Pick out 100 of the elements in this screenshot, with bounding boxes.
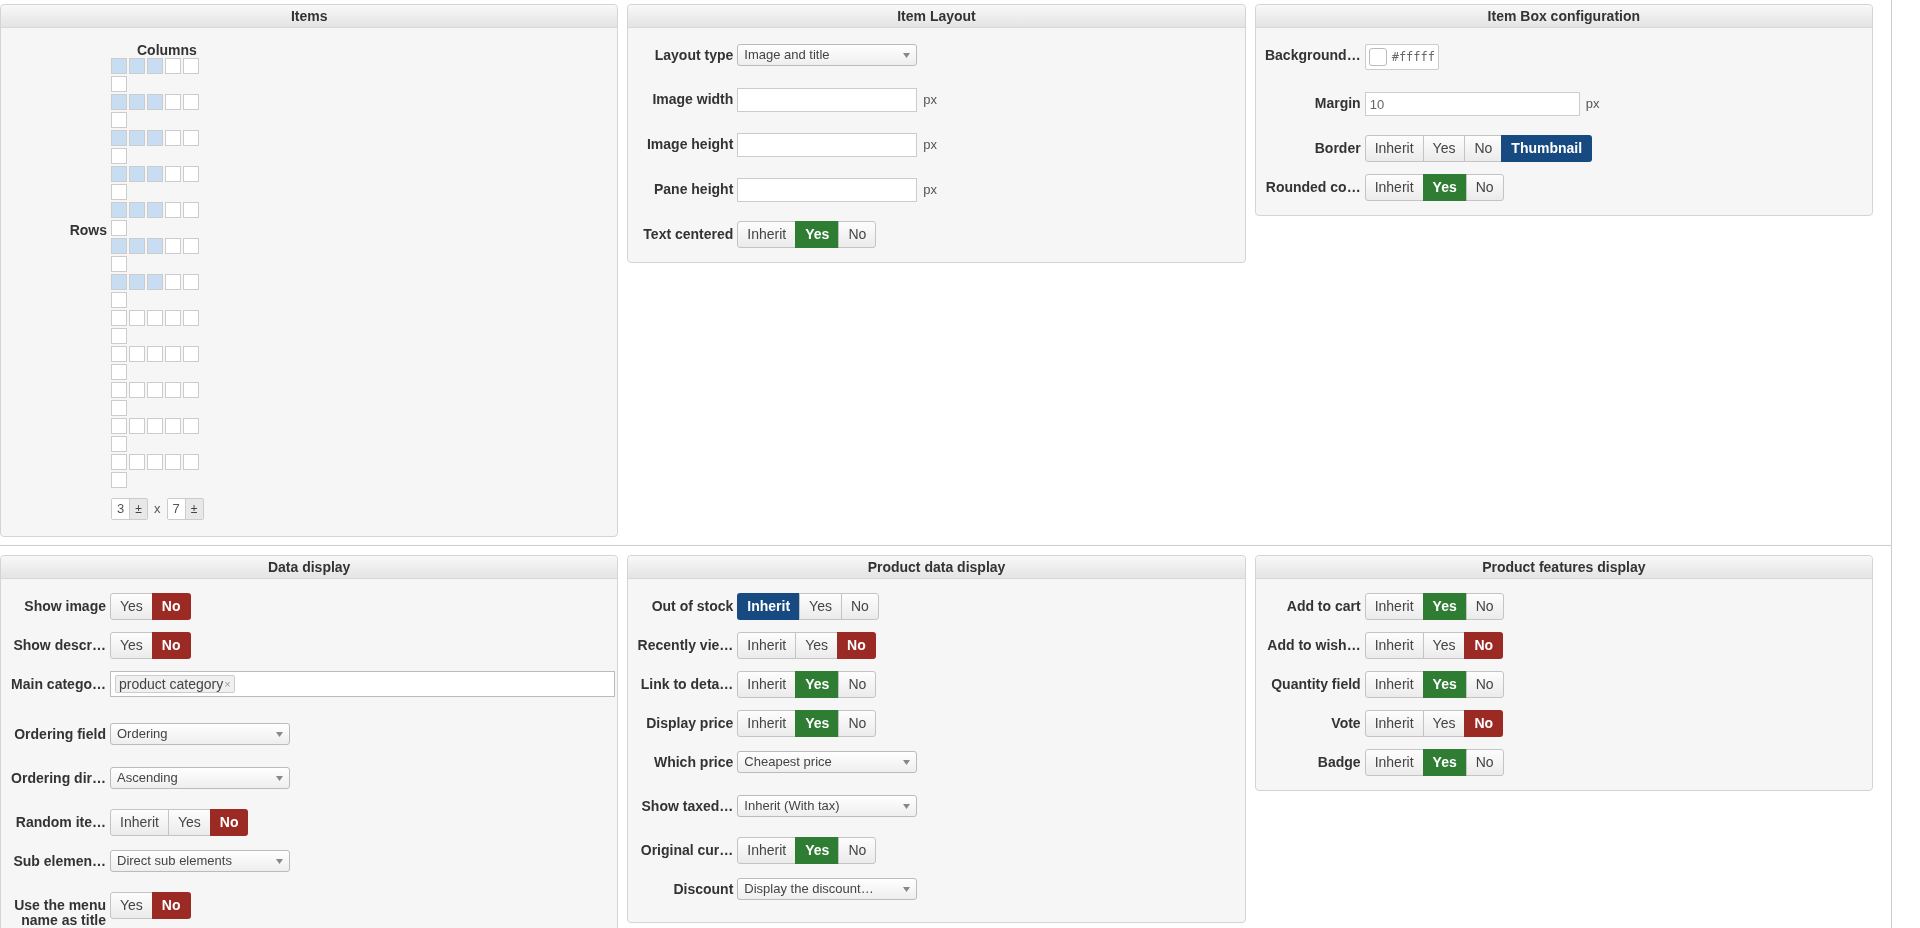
grid-cell[interactable] <box>129 202 145 218</box>
grid-cell[interactable] <box>183 274 199 290</box>
grid-cell[interactable] <box>129 58 145 74</box>
toggle-option[interactable]: No <box>840 593 879 620</box>
dropdown[interactable]: Direct sub elements <box>110 850 290 872</box>
toggle-option[interactable]: Inherit <box>737 837 797 864</box>
toggle-option[interactable]: Inherit <box>1364 632 1424 659</box>
tag-input-field[interactable]: product category× <box>110 671 616 697</box>
toggle-option[interactable]: No <box>1465 174 1504 201</box>
grid-cell[interactable] <box>111 292 127 308</box>
toggle-option[interactable]: Thumbnail <box>1501 135 1593 162</box>
toggle-option[interactable]: Inherit <box>737 593 801 620</box>
grid-cell[interactable] <box>111 76 127 92</box>
toggle-option[interactable]: Yes <box>795 671 840 698</box>
grid-cell[interactable] <box>183 130 199 146</box>
toggle-option[interactable]: No <box>1464 135 1503 162</box>
toggle-option[interactable]: No <box>151 593 191 620</box>
toggle-option[interactable]: Yes <box>110 593 153 620</box>
dropdown[interactable]: Cheapest price <box>737 751 918 773</box>
grid-cell[interactable] <box>111 454 127 470</box>
grid-cell[interactable] <box>183 382 199 398</box>
grid-cell[interactable] <box>111 418 127 434</box>
toggle-option[interactable]: Yes <box>167 809 211 836</box>
grid-cell[interactable] <box>165 166 181 182</box>
toggle-option[interactable]: No <box>838 671 877 698</box>
toggle-option[interactable]: Inherit <box>1364 593 1424 620</box>
toggle-option[interactable]: No <box>209 809 249 836</box>
grid-cell[interactable] <box>111 400 127 416</box>
grid-cell[interactable] <box>147 382 163 398</box>
dropdown[interactable]: Display the discount… <box>737 878 918 900</box>
grid-cell[interactable] <box>165 418 181 434</box>
toggle-option[interactable]: Yes <box>1422 749 1467 776</box>
grid-cell[interactable] <box>165 274 181 290</box>
grid-cell[interactable] <box>111 310 127 326</box>
dropdown[interactable]: Inherit (With tax) <box>737 795 918 817</box>
toggle-option[interactable]: Yes <box>795 837 840 864</box>
toggle-option[interactable]: Inherit <box>1364 671 1424 698</box>
text-input-field[interactable]: 10 <box>1364 92 1580 116</box>
grid-cell[interactable] <box>129 166 145 182</box>
toggle-option[interactable]: No <box>1465 671 1504 698</box>
grid-cell[interactable] <box>183 166 199 182</box>
grid-cell[interactable] <box>111 166 127 182</box>
grid-cell[interactable] <box>165 454 181 470</box>
grid-cell[interactable] <box>129 238 145 254</box>
toggle-option[interactable]: Inherit <box>1364 135 1424 162</box>
grid-cell[interactable] <box>183 346 199 362</box>
grid-cell[interactable] <box>111 346 127 362</box>
toggle-option[interactable]: Yes <box>1422 671 1467 698</box>
grid-cell[interactable] <box>147 310 163 326</box>
grid-cell[interactable] <box>165 382 181 398</box>
grid-cell[interactable] <box>111 472 127 488</box>
grid-cell[interactable] <box>183 58 199 74</box>
toggle-option[interactable]: Inherit <box>110 809 169 836</box>
toggle-option[interactable]: Inherit <box>737 632 797 659</box>
grid-cell[interactable] <box>147 94 163 110</box>
dropdown[interactable]: Ascending <box>110 767 290 789</box>
toggle-option[interactable]: Yes <box>1422 593 1467 620</box>
grid-cell[interactable] <box>147 454 163 470</box>
toggle-option[interactable]: Yes <box>795 710 840 737</box>
grid-cell[interactable] <box>147 130 163 146</box>
grid-cell[interactable] <box>147 202 163 218</box>
grid-cell[interactable] <box>147 238 163 254</box>
grid-cell[interactable] <box>147 58 163 74</box>
color-picker-field[interactable]: #fffff <box>1364 44 1439 70</box>
grid-cell[interactable] <box>183 310 199 326</box>
grid-cell[interactable] <box>165 202 181 218</box>
toggle-option[interactable]: Inherit <box>737 221 797 248</box>
toggle-option[interactable]: No <box>838 837 877 864</box>
grid-cell[interactable] <box>147 418 163 434</box>
grid-cell[interactable] <box>129 310 145 326</box>
toggle-option[interactable]: No <box>838 221 877 248</box>
toggle-option[interactable]: No <box>1464 710 1504 737</box>
grid-cell[interactable] <box>183 418 199 434</box>
grid-cell[interactable] <box>111 256 127 272</box>
toggle-option[interactable]: Inherit <box>1364 749 1424 776</box>
dropdown[interactable]: Image and title <box>737 44 918 66</box>
grid-cell[interactable] <box>183 202 199 218</box>
toggle-option[interactable]: Yes <box>1422 710 1466 737</box>
text-input-field[interactable] <box>737 88 918 112</box>
dropdown[interactable]: Ordering <box>110 723 290 745</box>
grid-cell[interactable] <box>111 220 127 236</box>
toggle-option[interactable]: Yes <box>110 892 153 919</box>
grid-cell[interactable] <box>111 58 127 74</box>
toggle-option[interactable]: Inherit <box>1364 174 1424 201</box>
grid-cell[interactable] <box>129 454 145 470</box>
grid-cell[interactable] <box>165 310 181 326</box>
toggle-option[interactable]: Yes <box>1422 632 1466 659</box>
toggle-option[interactable]: No <box>1465 593 1504 620</box>
grid-cell[interactable] <box>129 418 145 434</box>
grid-cell[interactable] <box>129 130 145 146</box>
text-input-field[interactable] <box>737 178 918 202</box>
toggle-option[interactable]: No <box>151 892 191 919</box>
grid-cell[interactable] <box>183 454 199 470</box>
grid-cell[interactable] <box>111 94 127 110</box>
toggle-option[interactable]: No <box>1464 632 1504 659</box>
grid-cell[interactable] <box>147 274 163 290</box>
grid-cell[interactable] <box>111 202 127 218</box>
toggle-option[interactable]: Yes <box>795 632 839 659</box>
text-input-field[interactable] <box>737 133 918 157</box>
grid-cell[interactable] <box>111 364 127 380</box>
